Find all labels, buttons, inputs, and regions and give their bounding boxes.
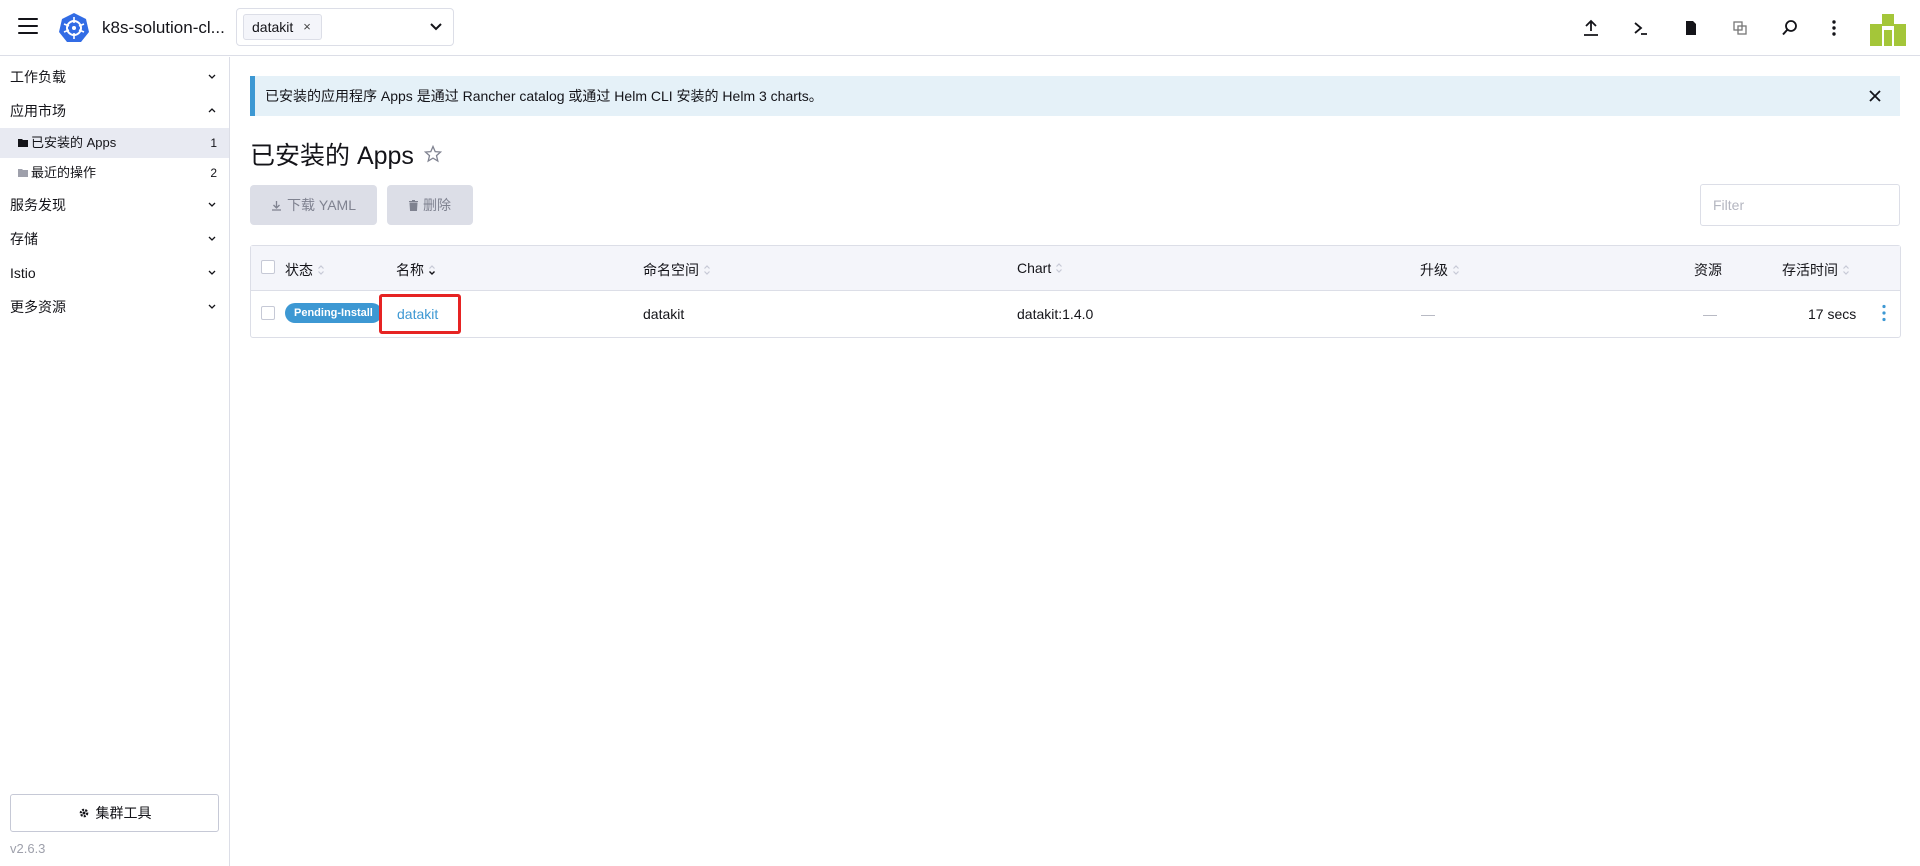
sidebar-group-label: 应用市场 bbox=[10, 103, 66, 119]
sidebar-group-istio[interactable]: Istio bbox=[0, 256, 229, 290]
chevron-down-icon bbox=[208, 236, 216, 241]
banner-text: 已安装的应用程序 Apps 是通过 Rancher catalog 或通过 He… bbox=[265, 88, 823, 104]
column-header-age[interactable]: 存活时间 bbox=[1782, 260, 1850, 280]
sidebar-item-installed-apps[interactable]: 已安装的 Apps 1 bbox=[0, 128, 229, 158]
sidebar-item-count: 2 bbox=[210, 166, 217, 180]
chevron-down-icon bbox=[208, 202, 216, 207]
search-icon[interactable] bbox=[1779, 17, 1801, 39]
gear-icon bbox=[79, 808, 88, 818]
sidebar-group-label: 更多资源 bbox=[10, 299, 66, 315]
download-icon bbox=[272, 200, 281, 211]
top-header: k8s-solution-cl... datakit × bbox=[0, 0, 1920, 56]
trash-icon bbox=[409, 199, 418, 211]
column-header-label: 状态 bbox=[285, 262, 313, 278]
sort-icon bbox=[1056, 263, 1063, 273]
chevron-down-icon[interactable] bbox=[429, 22, 443, 32]
column-header-resources: 资源 bbox=[1694, 260, 1722, 280]
terminal-icon[interactable] bbox=[1630, 17, 1652, 39]
column-header-label: Chart bbox=[1017, 260, 1052, 276]
cluster-name[interactable]: k8s-solution-cl... bbox=[102, 18, 225, 38]
sort-icon bbox=[1843, 265, 1849, 275]
chevron-down-icon bbox=[208, 304, 216, 309]
cluster-tools-label: 集群工具 bbox=[95, 805, 152, 821]
column-header-upgrade[interactable]: 升级 bbox=[1420, 260, 1460, 280]
chart-cell: datakit:1.4.0 bbox=[1017, 306, 1094, 322]
column-header-label: 升级 bbox=[1420, 262, 1448, 278]
namespace-select[interactable]: datakit × bbox=[236, 8, 454, 46]
sort-icon bbox=[1453, 265, 1459, 275]
column-header-status[interactable]: 状态 bbox=[285, 260, 325, 280]
avatar[interactable] bbox=[1870, 14, 1906, 46]
table-header: 状态 名称 命名空间 Chart 升级 资源 存活时间 bbox=[251, 246, 1900, 291]
chevron-down-icon bbox=[208, 74, 216, 79]
download-yaml-label: 下载 YAML bbox=[287, 197, 356, 213]
close-icon[interactable] bbox=[1868, 89, 1882, 103]
column-header-label: 资源 bbox=[1694, 262, 1722, 278]
sidebar-group-label: 存储 bbox=[10, 231, 38, 247]
status-badge: Pending-Install bbox=[285, 303, 382, 323]
resources-cell: — bbox=[1703, 306, 1717, 322]
upgrade-cell: — bbox=[1421, 306, 1435, 322]
download-yaml-button[interactable]: 下载 YAML bbox=[250, 185, 377, 225]
row-actions-icon[interactable] bbox=[1882, 304, 1886, 322]
sort-icon bbox=[318, 265, 324, 275]
delete-button[interactable]: 删除 bbox=[387, 185, 473, 225]
folder-icon bbox=[18, 139, 28, 147]
column-header-label: 名称 bbox=[396, 262, 424, 278]
sidebar-group-more-resources[interactable]: 更多资源 bbox=[0, 290, 229, 324]
chevron-down-icon bbox=[208, 270, 216, 275]
sidebar-group-service-discovery[interactable]: 服务发现 bbox=[0, 188, 229, 222]
copy-icon[interactable] bbox=[1729, 17, 1751, 39]
age-cell: 17 secs bbox=[1808, 306, 1857, 322]
sidebar-group-label: 服务发现 bbox=[10, 197, 66, 213]
namespace-chip-label: datakit bbox=[252, 19, 294, 35]
app-name-link[interactable]: datakit bbox=[397, 306, 438, 322]
upload-icon[interactable] bbox=[1580, 17, 1602, 39]
sidebar-group-apps[interactable]: 应用市场 bbox=[0, 94, 229, 128]
cluster-tools-button[interactable]: 集群工具 bbox=[10, 794, 219, 832]
sidebar-item-label: 最近的操作 bbox=[31, 165, 97, 180]
delete-label: 删除 bbox=[423, 197, 451, 213]
page-title-text: 已安装的 Apps bbox=[250, 142, 414, 170]
more-vertical-icon[interactable] bbox=[1823, 17, 1845, 39]
chevron-up-icon bbox=[208, 108, 216, 113]
namespace-cell: datakit bbox=[643, 306, 685, 322]
sidebar-group-label: 工作负载 bbox=[10, 69, 66, 85]
column-header-name[interactable]: 名称 bbox=[396, 260, 436, 280]
column-header-label: 命名空间 bbox=[643, 262, 699, 278]
version-label[interactable]: v2.6.3 bbox=[10, 841, 45, 856]
file-icon[interactable] bbox=[1680, 17, 1702, 39]
sort-icon bbox=[704, 265, 710, 275]
folder-icon bbox=[18, 169, 28, 177]
menu-icon[interactable] bbox=[18, 18, 38, 34]
column-header-chart[interactable]: Chart bbox=[1017, 260, 1063, 276]
sidebar-group-workloads[interactable]: 工作负载 bbox=[0, 60, 229, 94]
namespace-chip: datakit × bbox=[243, 14, 322, 40]
row-checkbox[interactable] bbox=[261, 306, 275, 320]
select-all-checkbox[interactable] bbox=[261, 260, 275, 274]
page-title: 已安装的 Apps bbox=[250, 136, 442, 172]
star-icon[interactable] bbox=[423, 145, 442, 163]
sort-down-icon bbox=[429, 265, 435, 275]
sidebar: 工作负载 应用市场 已安装的 Apps 1 最近的操作 2 服务发现 存储 Is… bbox=[0, 57, 230, 866]
sidebar-group-label: Istio bbox=[10, 265, 36, 281]
column-header-namespace[interactable]: 命名空间 bbox=[643, 260, 711, 280]
info-banner: 已安装的应用程序 Apps 是通过 Rancher catalog 或通过 He… bbox=[250, 76, 1900, 116]
apps-table: 状态 名称 命名空间 Chart 升级 资源 存活时间 Pending-Inst… bbox=[250, 245, 1901, 338]
table-row: Pending-Install datakit datakit datakit:… bbox=[251, 291, 1900, 337]
filter-input[interactable] bbox=[1700, 184, 1900, 226]
app-name-cell: datakit bbox=[397, 306, 438, 322]
sidebar-item-label: 已安装的 Apps bbox=[31, 135, 117, 150]
sidebar-group-storage[interactable]: 存储 bbox=[0, 222, 229, 256]
remove-namespace-icon[interactable]: × bbox=[303, 15, 311, 39]
column-header-label: 存活时间 bbox=[1782, 262, 1838, 278]
sidebar-item-count: 1 bbox=[210, 136, 217, 150]
kubernetes-icon[interactable] bbox=[58, 12, 90, 44]
sidebar-item-recent-operations[interactable]: 最近的操作 2 bbox=[0, 158, 229, 188]
